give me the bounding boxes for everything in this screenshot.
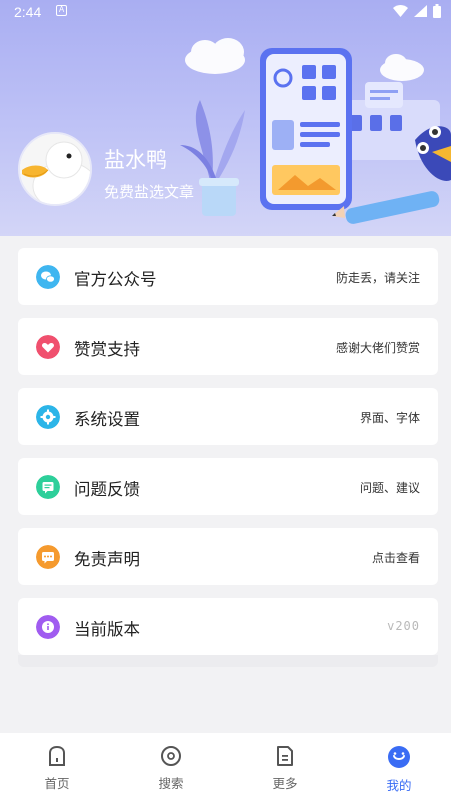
nav-home[interactable]: 首页 (27, 745, 87, 792)
nav-profile[interactable]: 我的 (369, 745, 429, 794)
menu-item-donate[interactable]: 赞赏支持 感谢大佬们赞赏 (18, 318, 438, 375)
user-subtitle: 免费盐选文章 (104, 183, 195, 201)
info-icon (36, 615, 60, 639)
avatar[interactable] (18, 132, 92, 206)
user-name: 盐水鸭 (104, 148, 167, 172)
menu-item-disclaimer[interactable]: 免责声明 点击查看 (18, 528, 438, 585)
menu-item-version[interactable]: 当前版本 v200 (18, 598, 438, 655)
bottom-nav: 首页 搜索 更多 我的 (0, 733, 451, 807)
wechat-icon (36, 265, 60, 289)
search-icon (161, 746, 181, 766)
menu-title: 赞赏支持 (74, 340, 140, 359)
wifi-icon (393, 5, 408, 17)
duck-avatar-icon (20, 134, 90, 204)
menu-title: 免责声明 (74, 550, 140, 569)
settings-list: 官方公众号 防走丢，请关注 赞赏支持 感谢大佬们赞赏 系统设置 界面、字体 问题… (18, 248, 438, 668)
profile-banner: 2:44 A 盐水鸭 免费盐选文章 (0, 0, 451, 236)
menu-title: 官方公众号 (74, 270, 157, 289)
menu-value: 感谢大佬们赞赏 (335, 341, 420, 355)
more-icon (277, 746, 293, 766)
profile-icon (388, 746, 410, 768)
menu-value: 点击查看 (371, 551, 420, 565)
battery-icon (433, 4, 441, 18)
menu-item-settings[interactable]: 系统设置 界面、字体 (18, 388, 438, 445)
message-icon (36, 545, 60, 569)
menu-title: 系统设置 (74, 410, 140, 429)
menu-title: 当前版本 (74, 620, 140, 639)
nav-search[interactable]: 搜索 (141, 745, 201, 792)
nav-label: 更多 (272, 776, 298, 791)
home-icon (49, 745, 65, 766)
menu-value: 防走丢，请关注 (335, 271, 420, 285)
nav-more[interactable]: 更多 (255, 745, 315, 792)
nav-label: 搜索 (158, 776, 184, 791)
menu-title: 问题反馈 (74, 480, 140, 499)
status-icons (393, 4, 441, 18)
version-value: v200 (387, 619, 420, 633)
heart-icon (36, 335, 60, 359)
menu-item-feedback[interactable]: 问题反馈 问题、建议 (18, 458, 438, 515)
banner-illustration (180, 38, 451, 224)
status-bar: 2:44 A (0, 0, 451, 24)
status-time: 2:44 (14, 4, 42, 20)
feedback-icon (36, 475, 60, 499)
menu-value: 界面、字体 (359, 411, 420, 425)
nav-label: 我的 (386, 778, 412, 793)
list-footer (18, 655, 438, 667)
gear-icon (36, 405, 60, 429)
notification-icon: A (56, 5, 67, 16)
nav-label: 首页 (44, 776, 70, 791)
menu-value: 问题、建议 (359, 481, 420, 495)
signal-icon (414, 5, 427, 17)
menu-item-official-account[interactable]: 官方公众号 防走丢，请关注 (18, 248, 438, 305)
